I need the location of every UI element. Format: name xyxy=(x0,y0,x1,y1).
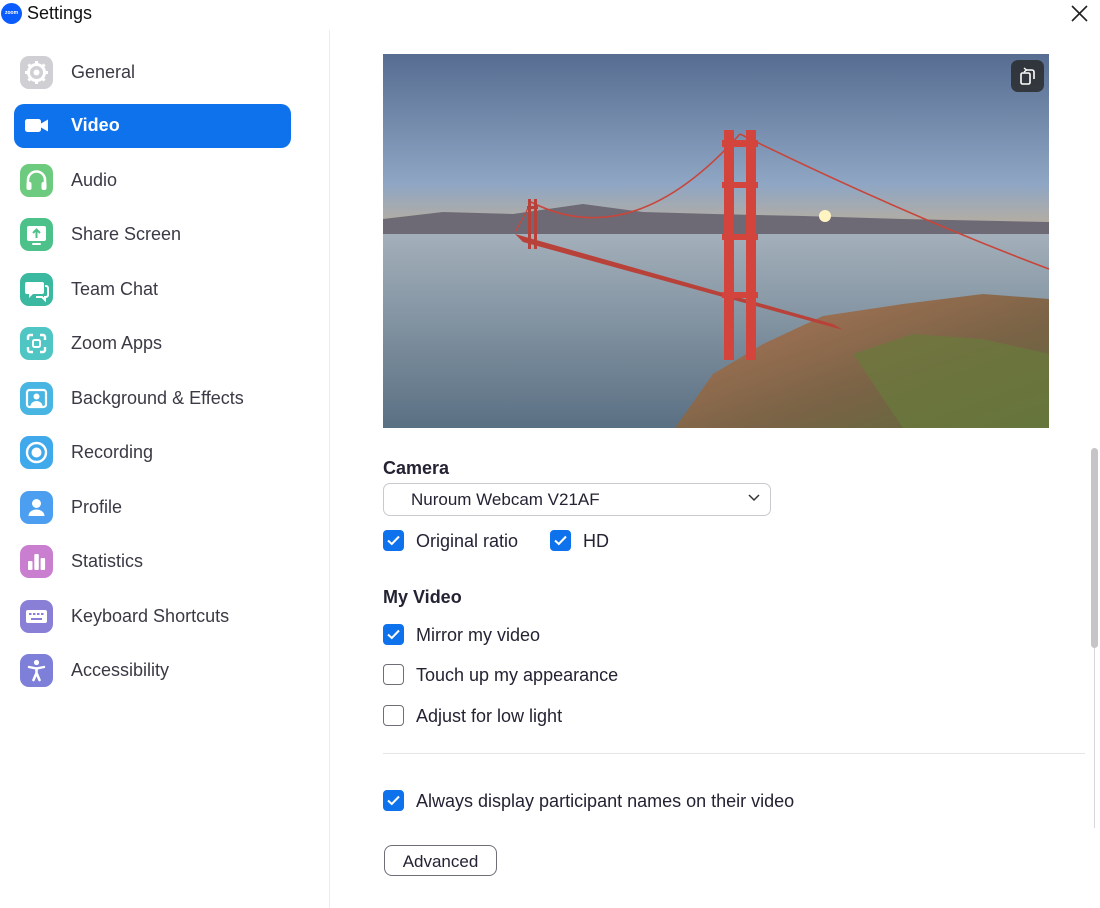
video-settings-panel: Camera Nuroum Webcam V21AF Original rati… xyxy=(331,30,1100,908)
background-icon xyxy=(20,382,53,415)
sidebar-item-label: Team Chat xyxy=(71,279,159,299)
checkmark-icon xyxy=(554,535,567,546)
keyboard-icon xyxy=(20,600,53,633)
touch-up-appearance-checkbox[interactable]: Touch up my appearance xyxy=(383,664,633,688)
accessibility-icon xyxy=(20,654,53,687)
content-scrollbar[interactable] xyxy=(1089,448,1100,828)
sidebar-item-keyboard-shortcuts[interactable]: Keyboard Shortcuts xyxy=(14,595,291,639)
checkmark-icon xyxy=(387,535,400,546)
sidebar-item-label: Share Screen xyxy=(71,224,182,244)
checkbox-checked[interactable] xyxy=(383,624,404,645)
sidebar-item-label: Audio xyxy=(71,170,118,190)
sidebar-item-background-effects[interactable]: Background & Effects xyxy=(14,377,291,421)
sidebar-item-zoom-apps[interactable]: Zoom Apps xyxy=(14,322,291,366)
sidebar-item-label: Zoom Apps xyxy=(71,333,163,353)
display-names-checkbox[interactable]: Always display participant names on thei… xyxy=(383,790,813,814)
sidebar-item-label: Background & Effects xyxy=(71,388,244,408)
sidebar-item-label: Profile xyxy=(71,497,123,517)
display-names-label: Always display participant names on thei… xyxy=(416,791,795,811)
sidebar-item-share-screen[interactable]: Share Screen xyxy=(14,213,291,257)
checkmark-icon xyxy=(387,795,400,806)
my-video-section-title: My Video xyxy=(383,587,462,607)
checkbox-checked[interactable] xyxy=(550,530,571,551)
camera-select-value: Nuroum Webcam V21AF xyxy=(411,490,600,509)
camera-select[interactable]: Nuroum Webcam V21AF xyxy=(383,483,771,516)
touch-up-appearance-label: Touch up my appearance xyxy=(416,665,619,685)
headphones-icon xyxy=(20,164,53,197)
title-bar: zoom Settings xyxy=(0,0,1100,30)
chat-icon xyxy=(20,273,53,306)
sidebar-item-general[interactable]: General xyxy=(14,51,291,95)
mirror-video-label: Mirror my video xyxy=(416,625,541,645)
low-light-label: Adjust for low light xyxy=(416,706,563,726)
recording-icon xyxy=(20,436,53,469)
hd-label: HD xyxy=(583,531,609,551)
section-divider xyxy=(383,753,1085,754)
video-camera-icon xyxy=(20,109,53,142)
statistics-icon xyxy=(20,545,53,578)
video-preview xyxy=(383,54,1049,428)
window-title: Settings xyxy=(27,3,93,23)
sidebar-item-recording[interactable]: Recording xyxy=(14,431,291,475)
scrollbar-thumb[interactable] xyxy=(1091,448,1098,648)
sidebar-item-accessibility[interactable]: Accessibility xyxy=(14,649,291,693)
sidebar-item-video[interactable]: Video xyxy=(14,104,291,148)
sidebar-item-label: Keyboard Shortcuts xyxy=(71,606,230,626)
sidebar-item-statistics[interactable]: Statistics xyxy=(14,540,291,584)
low-light-checkbox[interactable]: Adjust for low light xyxy=(383,705,583,729)
zoom-logo-icon: zoom xyxy=(1,3,22,24)
close-icon xyxy=(1071,5,1088,22)
checkmark-icon xyxy=(387,629,400,640)
sidebar-item-profile[interactable]: Profile xyxy=(14,486,291,530)
sidebar-item-label: Statistics xyxy=(71,551,144,571)
scrollbar-track[interactable] xyxy=(1094,648,1095,828)
profile-icon xyxy=(20,491,53,524)
hd-checkbox[interactable]: HD xyxy=(550,530,620,554)
sidebar-item-label: General xyxy=(71,62,136,82)
advanced-button-label: Advanced xyxy=(402,852,479,871)
settings-sidebar: General Video Audio Share Screen Team Ch… xyxy=(0,30,330,908)
sidebar-item-audio[interactable]: Audio xyxy=(14,159,291,203)
camera-section-title: Camera xyxy=(383,458,450,478)
chevron-down-icon xyxy=(748,494,760,502)
apps-icon xyxy=(20,327,53,360)
mirror-video-checkbox[interactable]: Mirror my video xyxy=(383,624,563,648)
sidebar-item-label: Video xyxy=(71,115,120,135)
advanced-button[interactable]: Advanced xyxy=(384,845,497,876)
checkbox-unchecked[interactable] xyxy=(383,664,404,685)
original-ratio-checkbox[interactable]: Original ratio xyxy=(383,530,533,554)
rotate-icon xyxy=(1020,67,1035,85)
golden-gate-bridge-image xyxy=(383,54,1049,428)
rotate-camera-button[interactable] xyxy=(1011,60,1044,92)
checkbox-checked[interactable] xyxy=(383,790,404,811)
sidebar-item-label: Recording xyxy=(71,442,154,462)
checkbox-checked[interactable] xyxy=(383,530,404,551)
share-screen-icon xyxy=(20,218,53,251)
original-ratio-label: Original ratio xyxy=(416,531,519,551)
gear-icon xyxy=(20,56,53,89)
close-button[interactable] xyxy=(1064,0,1094,28)
checkbox-unchecked[interactable] xyxy=(383,705,404,726)
sidebar-item-label: Accessibility xyxy=(71,660,170,680)
sidebar-item-team-chat[interactable]: Team Chat xyxy=(14,268,291,312)
